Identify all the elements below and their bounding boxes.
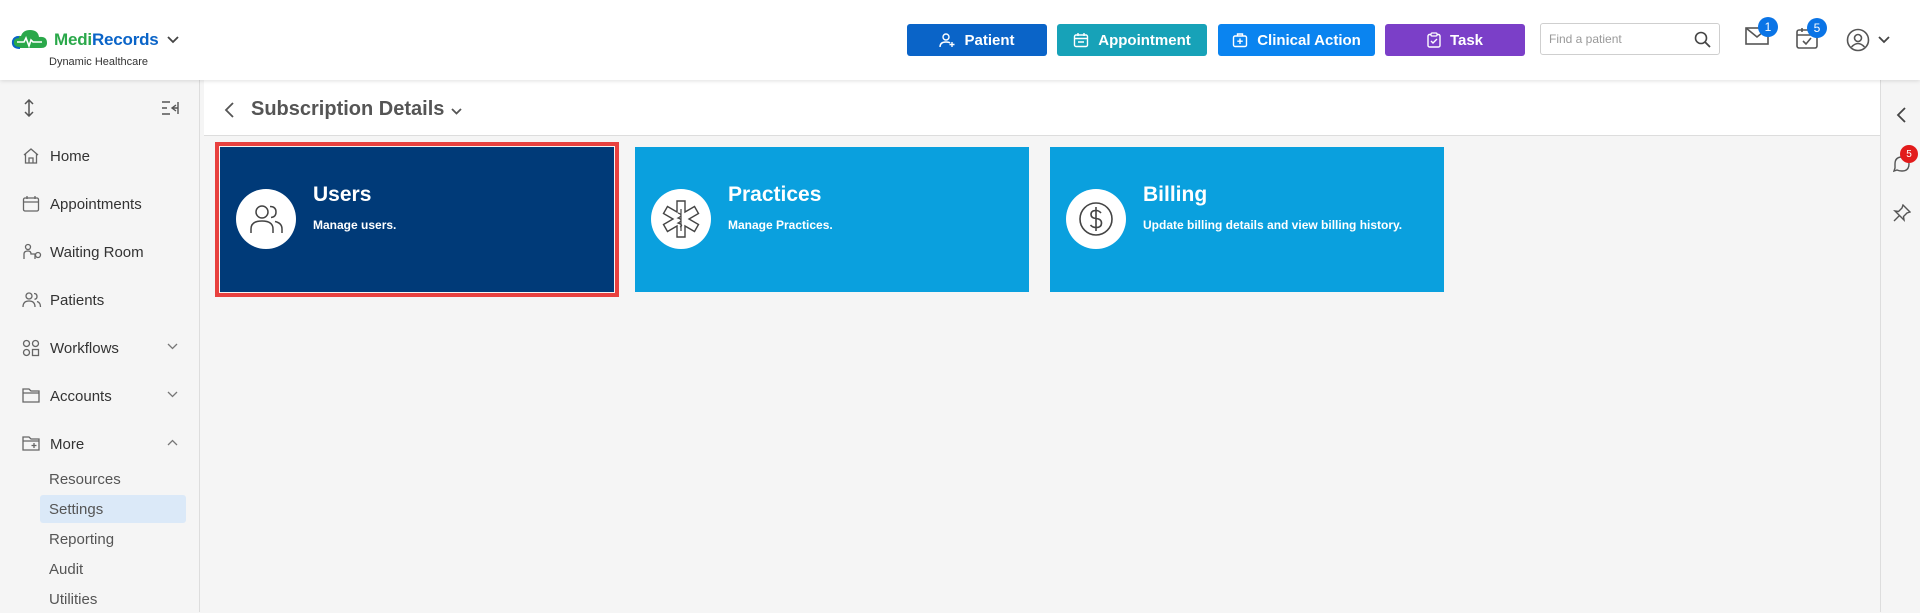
users-icon bbox=[250, 205, 283, 233]
reorder-arrows-icon[interactable] bbox=[23, 99, 35, 117]
main-content: Subscription Details Users Manage users.… bbox=[204, 80, 1880, 612]
tasks-button[interactable]: 5 bbox=[1796, 18, 1827, 54]
collapse-sidebar-icon[interactable] bbox=[161, 101, 179, 115]
folder-plus-icon bbox=[22, 436, 40, 451]
chevron-down-icon bbox=[167, 343, 178, 350]
medical-kit-icon bbox=[1232, 33, 1248, 48]
sidebar-subitem-reporting[interactable]: Reporting bbox=[40, 525, 186, 553]
sidebar-item-label: Home bbox=[50, 147, 91, 165]
new-appointment-label: Appointment bbox=[1098, 31, 1191, 49]
sidebar-item-waiting-room[interactable]: Waiting Room bbox=[0, 232, 200, 272]
patients-icon bbox=[22, 292, 42, 308]
sidebar-subitem-settings[interactable]: Settings bbox=[40, 495, 186, 523]
sidebar-subitem-utilities[interactable]: Utilities bbox=[40, 585, 186, 613]
card-practices[interactable]: Practices Manage Practices. bbox=[635, 147, 1029, 292]
sidebar-item-label: Waiting Room bbox=[50, 243, 144, 261]
brand-name: MediRecords bbox=[54, 30, 159, 50]
right-rail: 5 bbox=[1880, 80, 1920, 612]
card-description: Update billing details and view billing … bbox=[1143, 218, 1403, 232]
pin-icon[interactable] bbox=[1893, 204, 1911, 222]
patient-search bbox=[1540, 23, 1720, 55]
user-avatar-icon bbox=[1846, 28, 1870, 52]
brand-subtitle: Dynamic Healthcare bbox=[49, 56, 149, 68]
chevron-down-icon bbox=[167, 391, 178, 398]
dollar-icon bbox=[1079, 202, 1113, 236]
new-patient-label: Patient bbox=[964, 31, 1015, 49]
clinical-action-button[interactable]: Clinical Action bbox=[1218, 24, 1375, 56]
sidebar: Home Appointments Waiting Room Patients … bbox=[0, 80, 200, 612]
tasks-badge: 5 bbox=[1807, 18, 1827, 38]
chevron-down-icon bbox=[1878, 36, 1890, 44]
sidebar-item-label: Workflows bbox=[50, 339, 119, 357]
clipboard-icon bbox=[1427, 32, 1441, 48]
card-description: Manage Practices. bbox=[728, 218, 833, 232]
card-description: Manage users. bbox=[313, 218, 397, 232]
card-icon-circle bbox=[651, 189, 711, 249]
back-arrow-icon[interactable] bbox=[224, 102, 234, 118]
folder-icon bbox=[22, 388, 40, 403]
star-of-life-icon bbox=[662, 200, 700, 238]
brand-logo[interactable]: MediRecords bbox=[10, 28, 179, 52]
sidebar-item-label: Appointments bbox=[50, 195, 142, 213]
top-bar: MediRecords Dynamic Healthcare Patient A… bbox=[0, 0, 1920, 80]
new-patient-button[interactable]: Patient bbox=[907, 24, 1047, 56]
search-input[interactable] bbox=[1541, 24, 1681, 54]
new-task-button[interactable]: Task bbox=[1385, 24, 1525, 56]
sidebar-subitem-resources[interactable]: Resources bbox=[40, 465, 186, 493]
new-task-label: Task bbox=[1449, 31, 1484, 49]
brand-name-part2: Records bbox=[91, 30, 159, 49]
home-icon bbox=[23, 148, 39, 164]
card-users[interactable]: Users Manage users. bbox=[215, 142, 619, 297]
calendar-icon bbox=[22, 196, 40, 212]
user-menu[interactable] bbox=[1846, 28, 1890, 52]
chevron-left-icon[interactable] bbox=[1896, 107, 1906, 123]
clinical-action-label: Clinical Action bbox=[1257, 31, 1361, 49]
search-icon[interactable] bbox=[1694, 31, 1711, 48]
chevron-down-icon[interactable] bbox=[166, 36, 179, 44]
workflows-icon bbox=[22, 339, 40, 357]
sidebar-item-patients[interactable]: Patients bbox=[0, 280, 200, 320]
card-icon-circle bbox=[236, 189, 296, 249]
sidebar-item-label: More bbox=[50, 435, 85, 453]
sidebar-item-accounts[interactable]: Accounts bbox=[0, 376, 200, 416]
page-header: Subscription Details bbox=[204, 80, 1880, 136]
chevron-up-icon bbox=[167, 439, 178, 446]
card-title: Practices bbox=[728, 183, 822, 206]
chat-badge: 5 bbox=[1900, 145, 1918, 163]
new-appointment-button[interactable]: Appointment bbox=[1057, 24, 1207, 56]
waiting-room-icon bbox=[23, 243, 42, 259]
card-icon-circle bbox=[1066, 189, 1126, 249]
sidebar-item-appointments[interactable]: Appointments bbox=[0, 184, 200, 224]
add-person-icon bbox=[939, 33, 955, 48]
sidebar-item-label: Patients bbox=[50, 291, 105, 309]
sidebar-item-label: Accounts bbox=[50, 387, 112, 405]
cloud-heartbeat-icon bbox=[11, 30, 47, 49]
sidebar-item-more[interactable]: More bbox=[0, 424, 200, 464]
messages-badge: 1 bbox=[1758, 17, 1778, 37]
messages-button[interactable]: 1 bbox=[1745, 17, 1778, 51]
card-billing[interactable]: Billing Update billing details and view … bbox=[1050, 147, 1444, 292]
page-title: Subscription Details bbox=[251, 98, 445, 120]
chevron-down-icon[interactable] bbox=[451, 108, 462, 115]
card-title: Users bbox=[313, 183, 372, 206]
brand-name-part1: Medi bbox=[54, 30, 92, 49]
calendar-icon bbox=[1074, 33, 1089, 48]
sidebar-subitem-audit[interactable]: Audit bbox=[40, 555, 186, 583]
card-title: Billing bbox=[1143, 183, 1208, 206]
sidebar-item-home[interactable]: Home bbox=[0, 136, 200, 176]
sidebar-item-workflows[interactable]: Workflows bbox=[0, 328, 200, 368]
